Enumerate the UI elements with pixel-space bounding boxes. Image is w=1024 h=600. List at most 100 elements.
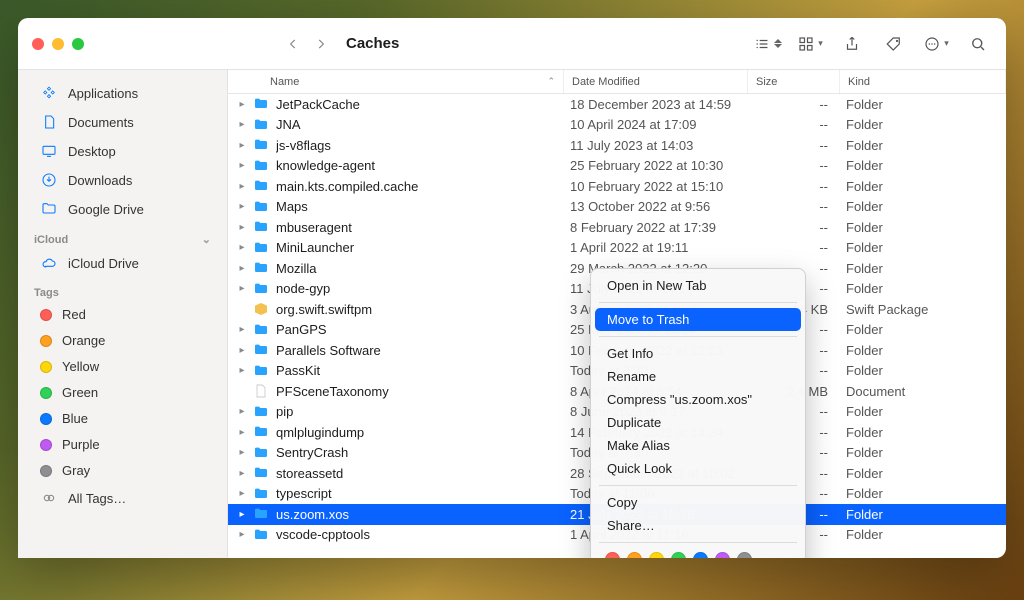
- file-name: PassKit: [276, 363, 562, 378]
- disclosure-triangle-icon[interactable]: ▸: [234, 201, 250, 212]
- file-kind: Folder: [838, 466, 1006, 481]
- disclosure-triangle-icon[interactable]: ▸: [234, 345, 250, 356]
- ctx-duplicate[interactable]: Duplicate: [591, 411, 805, 434]
- disclosure-triangle-icon[interactable]: ▸: [234, 406, 250, 417]
- table-row[interactable]: ▸ main.kts.compiled.cache 10 February 20…: [228, 176, 1006, 197]
- folder-icon: [252, 177, 270, 195]
- disclosure-triangle-icon[interactable]: ▸: [234, 283, 250, 294]
- tag-gray[interactable]: Gray: [24, 458, 221, 483]
- disclosure-triangle-icon[interactable]: ▸: [234, 509, 250, 520]
- file-name: node-gyp: [276, 281, 562, 296]
- file-size: --: [746, 117, 838, 132]
- tag-color-swatch[interactable]: [649, 552, 664, 558]
- view-list-button[interactable]: [754, 32, 782, 56]
- column-kind[interactable]: Kind: [840, 70, 1006, 93]
- ctx-open-in-new-tab[interactable]: Open in New Tab: [591, 274, 805, 297]
- sidebar-item-applications[interactable]: Applications: [24, 79, 221, 107]
- disclosure-triangle-icon[interactable]: ▸: [234, 447, 250, 458]
- nav-buttons: [282, 33, 332, 55]
- folder-icon: [252, 95, 270, 113]
- icloud-section-header[interactable]: iCloud⌄: [18, 229, 227, 248]
- close-button[interactable]: [32, 38, 44, 50]
- tag-color-swatch[interactable]: [715, 552, 730, 558]
- tag-label: Gray: [62, 463, 90, 478]
- tag-red[interactable]: Red: [24, 302, 221, 327]
- file-date: 10 April 2024 at 17:09: [562, 117, 746, 132]
- ctx-quick-look[interactable]: Quick Look: [591, 457, 805, 480]
- table-row[interactable]: ▸ JetPackCache 18 December 2023 at 14:59…: [228, 94, 1006, 115]
- file-name: js-v8flags: [276, 138, 562, 153]
- sidebar-item-icloud-drive[interactable]: iCloud Drive: [24, 249, 221, 277]
- column-size[interactable]: Size: [748, 70, 840, 93]
- ctx-share[interactable]: Share…: [591, 514, 805, 537]
- ctx-move-to-trash[interactable]: Move to Trash: [595, 308, 801, 331]
- file-name: vscode-cpptools: [276, 527, 562, 542]
- file-name: mbuseragent: [276, 220, 562, 235]
- sidebar-item-desktop[interactable]: Desktop: [24, 137, 221, 165]
- table-row[interactable]: ▸ js-v8flags 11 July 2023 at 14:03 -- Fo…: [228, 135, 1006, 156]
- minimize-button[interactable]: [52, 38, 64, 50]
- disclosure-triangle-icon[interactable]: ▸: [234, 160, 250, 171]
- file-date: 8 February 2022 at 17:39: [562, 220, 746, 235]
- disclosure-triangle-icon[interactable]: ▸: [234, 119, 250, 130]
- tag-color-swatch[interactable]: [671, 552, 686, 558]
- column-date[interactable]: Date Modified: [564, 70, 748, 93]
- file-date: 10 February 2022 at 15:10: [562, 179, 746, 194]
- disclosure-triangle-icon[interactable]: ▸: [234, 181, 250, 192]
- file-name: knowledge-agent: [276, 158, 562, 173]
- file-name: JetPackCache: [276, 97, 562, 112]
- tag-dot-icon: [40, 413, 52, 425]
- tag-blue[interactable]: Blue: [24, 406, 221, 431]
- disclosure-triangle-icon[interactable]: ▸: [234, 529, 250, 540]
- context-menu: Open in New Tab Move to Trash Get Info R…: [590, 268, 806, 558]
- ctx-rename[interactable]: Rename: [591, 365, 805, 388]
- tag-color-swatch[interactable]: [627, 552, 642, 558]
- ctx-compress[interactable]: Compress "us.zoom.xos": [591, 388, 805, 411]
- forward-button[interactable]: [310, 33, 332, 55]
- tag-green[interactable]: Green: [24, 380, 221, 405]
- share-button[interactable]: [838, 32, 866, 56]
- folder-icon: [252, 157, 270, 175]
- tag-yellow[interactable]: Yellow: [24, 354, 221, 379]
- tag-button[interactable]: [880, 32, 908, 56]
- tag-color-swatch[interactable]: [737, 552, 752, 558]
- zoom-button[interactable]: [72, 38, 84, 50]
- tag-purple[interactable]: Purple: [24, 432, 221, 457]
- disclosure-triangle-icon[interactable]: ▸: [234, 222, 250, 233]
- file-date: 11 July 2023 at 14:03: [562, 138, 746, 153]
- disclosure-triangle-icon[interactable]: ▸: [234, 468, 250, 479]
- table-row[interactable]: ▸ JNA 10 April 2024 at 17:09 -- Folder: [228, 115, 1006, 136]
- tags-section-header[interactable]: Tags: [18, 283, 227, 301]
- back-button[interactable]: [282, 33, 304, 55]
- disclosure-triangle-icon[interactable]: ▸: [234, 263, 250, 274]
- file-name: PanGPS: [276, 322, 562, 337]
- ctx-get-info[interactable]: Get Info: [591, 342, 805, 365]
- sidebar-item-downloads[interactable]: Downloads: [24, 166, 221, 194]
- tag-orange[interactable]: Orange: [24, 328, 221, 353]
- all-tags-item[interactable]: All Tags…: [24, 484, 221, 512]
- disclosure-triangle-icon[interactable]: ▸: [234, 99, 250, 110]
- table-row[interactable]: ▸ knowledge-agent 25 February 2022 at 10…: [228, 156, 1006, 177]
- ctx-make-alias[interactable]: Make Alias: [591, 434, 805, 457]
- table-row[interactable]: ▸ mbuseragent 8 February 2022 at 17:39 -…: [228, 217, 1006, 238]
- file-name: MiniLauncher: [276, 240, 562, 255]
- disclosure-triangle-icon[interactable]: ▸: [234, 140, 250, 151]
- ctx-copy[interactable]: Copy: [591, 491, 805, 514]
- disclosure-triangle-icon[interactable]: ▸: [234, 427, 250, 438]
- sidebar-item-documents[interactable]: Documents: [24, 108, 221, 136]
- file-kind: Folder: [838, 322, 1006, 337]
- column-name[interactable]: Name⌃: [262, 70, 564, 93]
- file-date: 25 February 2022 at 10:30: [562, 158, 746, 173]
- tag-color-swatch[interactable]: [605, 552, 620, 558]
- more-button[interactable]: ▾: [922, 32, 950, 56]
- sidebar-item-google-drive[interactable]: Google Drive: [24, 195, 221, 223]
- table-row[interactable]: ▸ MiniLauncher 1 April 2022 at 19:11 -- …: [228, 238, 1006, 259]
- tag-color-swatch[interactable]: [693, 552, 708, 558]
- disclosure-triangle-icon[interactable]: ▸: [234, 365, 250, 376]
- view-options-button[interactable]: ▾: [796, 32, 824, 56]
- disclosure-triangle-icon[interactable]: ▸: [234, 488, 250, 499]
- search-button[interactable]: [964, 32, 992, 56]
- table-row[interactable]: ▸ Maps 13 October 2022 at 9:56 -- Folder: [228, 197, 1006, 218]
- disclosure-triangle-icon[interactable]: ▸: [234, 242, 250, 253]
- disclosure-triangle-icon[interactable]: ▸: [234, 324, 250, 335]
